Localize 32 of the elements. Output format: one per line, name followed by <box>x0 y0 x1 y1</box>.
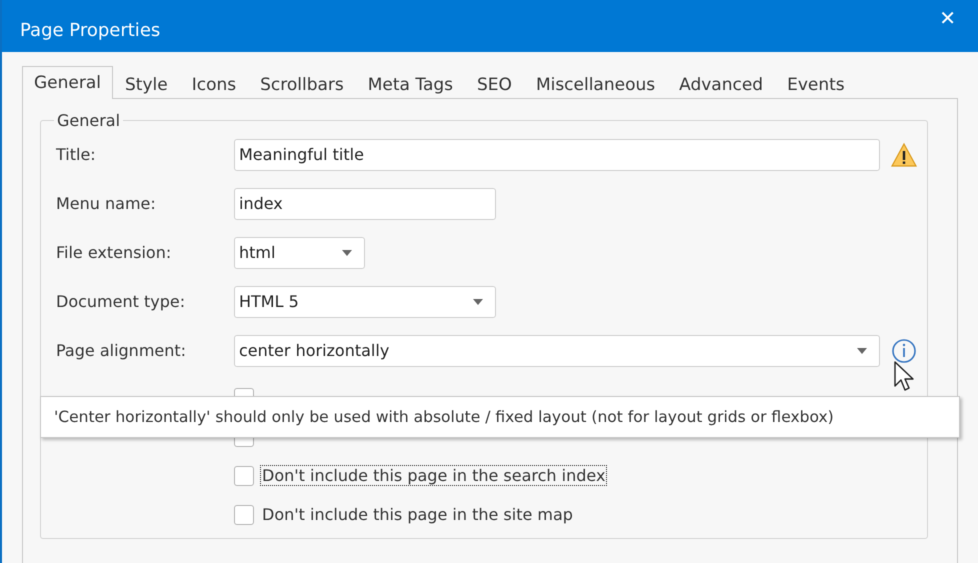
tooltip: 'Center horizontally' should only be used with absolute / fixed layout (not for layout grids or flexbox) <box>40 396 960 438</box>
field-label: Menu name: <box>56 194 157 213</box>
info-icon[interactable] <box>890 336 918 364</box>
tab[interactable]: Advanced <box>667 70 776 98</box>
field-label: Document type: <box>56 292 186 311</box>
warning-icon <box>890 140 918 168</box>
checkbox-label[interactable]: Don't include this page in the search index <box>260 465 608 486</box>
caret-icon <box>342 250 352 256</box>
dropdown[interactable]: HTML 5 <box>234 286 496 318</box>
tab[interactable]: SEO <box>465 70 524 98</box>
group-legend: General <box>54 111 124 130</box>
tab[interactable]: Scrollbars <box>248 70 356 98</box>
tab[interactable]: Icons <box>180 70 248 98</box>
field-label: Page alignment: <box>56 341 188 360</box>
dropdown[interactable]: center horizontally <box>234 334 880 366</box>
tab[interactable]: Miscellaneous <box>524 70 668 98</box>
tab[interactable]: Meta Tags <box>356 70 466 98</box>
checkbox-label[interactable]: Don't include this page in the site map <box>260 504 575 525</box>
window-title: Page Properties <box>20 20 160 40</box>
dropdown[interactable]: html <box>234 236 365 268</box>
tab[interactable]: Events <box>775 70 857 98</box>
tab[interactable]: General <box>22 66 113 99</box>
caret-icon <box>857 348 867 354</box>
tab[interactable]: Style <box>113 70 180 98</box>
checkbox[interactable] <box>234 504 254 524</box>
input-field[interactable]: Meaningful title <box>234 138 880 170</box>
caret-icon <box>473 298 483 304</box>
field-label: Title: <box>56 145 97 164</box>
checkbox[interactable] <box>234 466 254 486</box>
input-field[interactable]: index <box>234 188 496 220</box>
close-button[interactable]: ✕ <box>935 6 960 30</box>
field-label: File extension: <box>56 243 172 262</box>
